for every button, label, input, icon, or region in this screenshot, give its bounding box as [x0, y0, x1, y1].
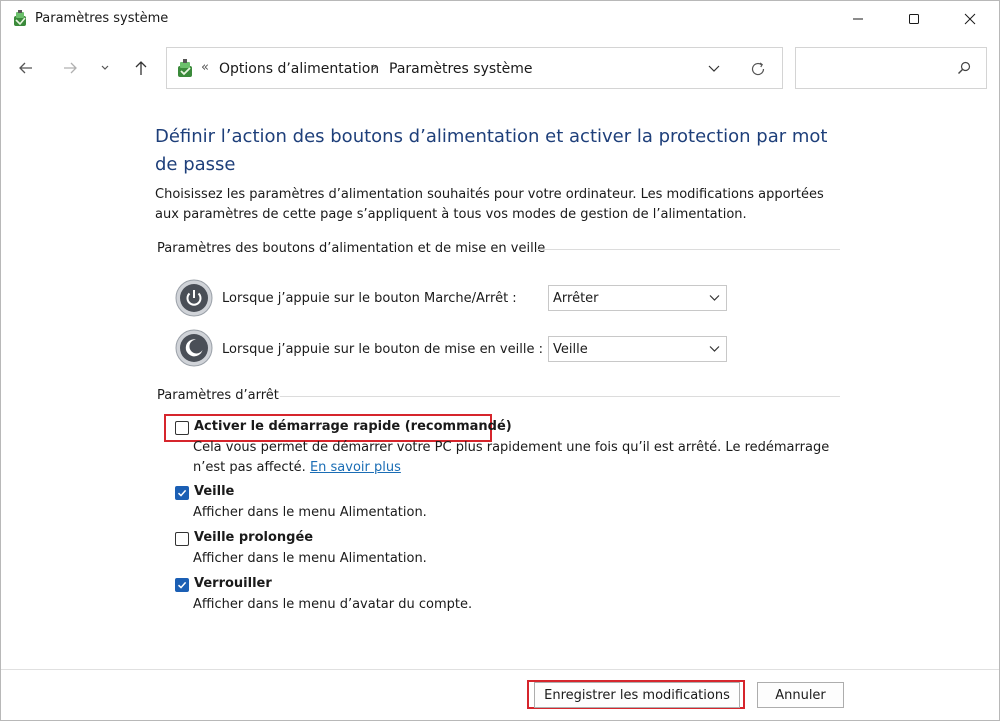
maximize-button[interactable]: [891, 1, 937, 37]
search-input[interactable]: [795, 47, 987, 89]
window-title: Paramètres système: [35, 11, 169, 26]
checkmark-icon: [177, 581, 187, 589]
navigation-bar: « Options d’alimentation › Paramètres sy…: [1, 45, 999, 91]
footer-divider: [1, 669, 999, 670]
sleep-label[interactable]: Veille: [194, 484, 234, 499]
fast-startup-description: Cela vous permet de démarrer votre PC pl…: [193, 438, 843, 478]
breadcrumb-overflow[interactable]: «: [201, 60, 209, 75]
learn-more-link[interactable]: En savoir plus: [310, 460, 401, 475]
section-divider: [537, 249, 840, 250]
hibernate-label[interactable]: Veille prolongée: [194, 530, 313, 545]
power-options-app-icon: [11, 10, 29, 28]
window: Paramètres système « Options d’alimentat…: [0, 0, 1000, 721]
fast-startup-description-text: Cela vous permet de démarrer votre PC pl…: [193, 440, 830, 475]
refresh-button[interactable]: [747, 58, 769, 80]
power-options-icon: [175, 59, 195, 79]
fast-startup-checkbox[interactable]: [175, 421, 189, 435]
address-history-button[interactable]: [703, 59, 725, 79]
lock-checkbox[interactable]: [175, 578, 189, 592]
chevron-down-icon: [709, 295, 720, 301]
title-bar: Paramètres système: [1, 1, 999, 37]
minimize-button[interactable]: [835, 1, 881, 37]
cancel-button[interactable]: Annuler: [757, 682, 844, 708]
sleep-button-action-label: Lorsque j’appuie sur le bouton de mise e…: [222, 342, 543, 357]
close-button[interactable]: [947, 1, 993, 37]
section-divider: [280, 396, 840, 397]
address-bar[interactable]: « Options d’alimentation › Paramètres sy…: [166, 47, 783, 89]
back-button[interactable]: [13, 55, 39, 81]
page-description: Choisissez les paramètres d’alimentation…: [155, 187, 824, 222]
power-buttons-section-heading: Paramètres des boutons d’alimentation et…: [157, 241, 554, 256]
select-value: Arrêter: [553, 291, 599, 306]
lock-label[interactable]: Verrouiller: [194, 576, 272, 591]
chevron-down-icon: [101, 65, 109, 70]
arrow-up-icon: [135, 61, 147, 75]
forward-button[interactable]: [57, 55, 83, 81]
lock-description: Afficher dans le menu d’avatar du compte…: [193, 597, 473, 612]
breadcrumb-separator: ›: [372, 60, 378, 75]
save-changes-button[interactable]: Enregistrer les modifications: [534, 682, 740, 708]
breadcrumb-power-options[interactable]: Options d’alimentation: [219, 61, 379, 77]
power-button-icon: [175, 279, 213, 317]
page-title: Définir l’action des boutons d’alimentat…: [155, 126, 828, 175]
refresh-icon: [751, 62, 765, 76]
breadcrumb-system-settings[interactable]: Paramètres système: [389, 61, 533, 77]
arrow-right-icon: [64, 62, 77, 74]
up-button[interactable]: [128, 55, 154, 81]
fast-startup-label[interactable]: Activer le démarrage rapide (recommandé): [194, 419, 512, 434]
sleep-button-icon: [175, 329, 213, 367]
maximize-icon: [909, 14, 919, 24]
shutdown-section-heading: Paramètres d’arrêt: [157, 388, 287, 403]
checkmark-icon: [177, 489, 187, 497]
chevron-down-icon: [709, 346, 720, 352]
sleep-checkbox[interactable]: [175, 486, 189, 500]
select-value: Veille: [553, 342, 588, 357]
power-button-action-select[interactable]: Arrêter: [548, 285, 727, 311]
hibernate-description: Afficher dans le menu Alimentation.: [193, 551, 427, 566]
search-icon: [956, 60, 974, 78]
sleep-description: Afficher dans le menu Alimentation.: [193, 505, 427, 520]
arrow-left-icon: [19, 62, 32, 74]
content-area: Définir l’action des boutons d’alimentat…: [1, 101, 999, 669]
power-button-action-label: Lorsque j’appuie sur le bouton Marche/Ar…: [222, 291, 517, 306]
chevron-down-icon: [708, 65, 720, 72]
recent-locations-button[interactable]: [95, 55, 115, 81]
close-icon: [964, 13, 976, 25]
minimize-icon: [853, 18, 863, 20]
sleep-button-action-select[interactable]: Veille: [548, 336, 727, 362]
hibernate-checkbox[interactable]: [175, 532, 189, 546]
